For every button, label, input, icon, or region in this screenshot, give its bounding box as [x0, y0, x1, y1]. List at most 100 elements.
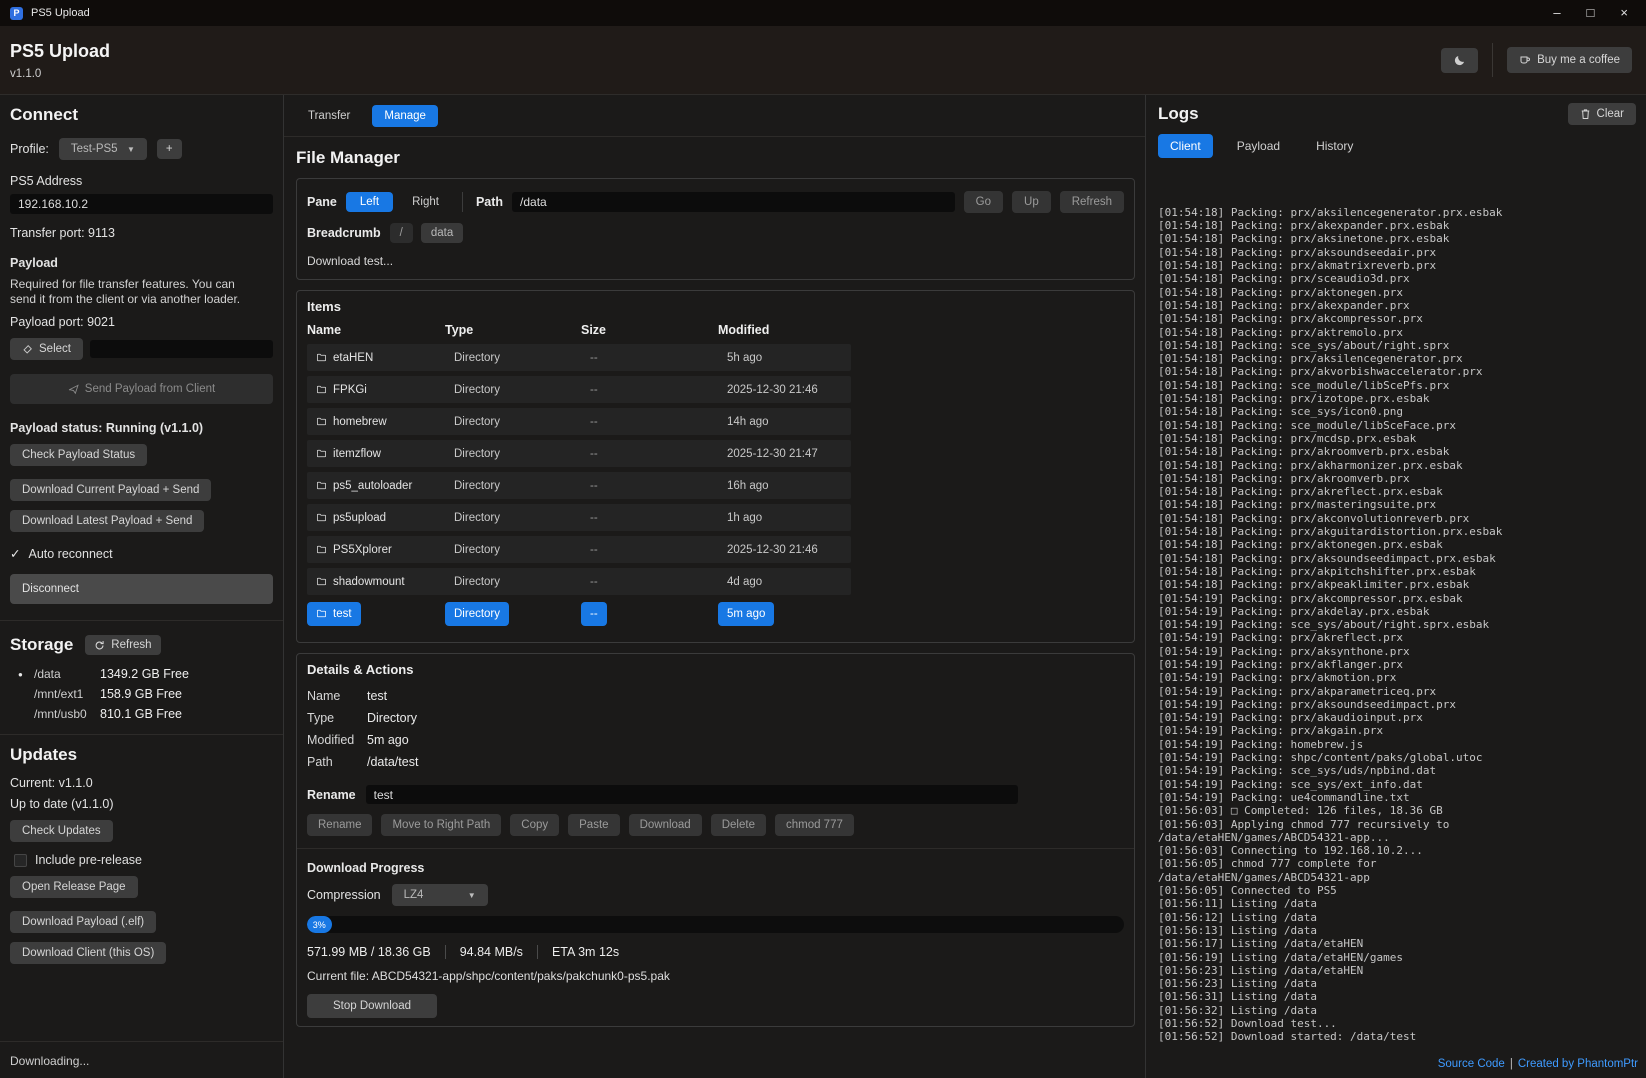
- storage-row[interactable]: ● /data 1349.2 GB Free: [10, 664, 273, 684]
- table-row[interactable]: homebrew Directory -- 14h ago: [307, 408, 851, 435]
- item-modified: 5m ago: [718, 602, 774, 626]
- log-line: [01:54:18] Packing: prx/akvorbishwaccele…: [1158, 365, 1640, 378]
- update-status-text: Up to date (v1.1.0): [10, 797, 273, 811]
- log-line: [01:54:19] Packing: prx/akgain.prx: [1158, 724, 1640, 737]
- table-row[interactable]: PS5Xplorer Directory -- 2025-12-30 21:46: [307, 536, 851, 563]
- item-modified: 5h ago: [718, 346, 771, 370]
- check-payload-status-button[interactable]: Check Payload Status: [10, 444, 147, 466]
- detail-value: /data/test: [367, 755, 1124, 769]
- ps5-address-input[interactable]: [10, 194, 273, 214]
- action-button[interactable]: Paste: [568, 814, 619, 836]
- table-row[interactable]: ps5upload Directory -- 1h ago: [307, 504, 851, 531]
- tab-history[interactable]: History: [1304, 134, 1365, 158]
- action-button[interactable]: chmod 777: [775, 814, 854, 836]
- tab-client[interactable]: Client: [1158, 134, 1213, 158]
- close-button[interactable]: ×: [1620, 0, 1628, 26]
- log-line: [01:54:18] Packing: prx/izotope.prx.esba…: [1158, 392, 1640, 405]
- chevron-down-icon: ▼: [127, 145, 135, 154]
- status-text: Downloading...: [10, 1048, 273, 1072]
- tab-transfer[interactable]: Transfer: [296, 105, 362, 127]
- pane-divider: [462, 192, 463, 212]
- minimize-button[interactable]: –: [1553, 0, 1560, 26]
- details-panel: Details & Actions Name test Type Directo…: [296, 653, 1135, 1027]
- table-row[interactable]: FPKGi Directory -- 2025-12-30 21:46: [307, 376, 851, 403]
- download-latest-payload-button[interactable]: Download Latest Payload + Send: [10, 510, 204, 532]
- pane-left-button[interactable]: Left: [346, 192, 393, 212]
- tab-manage[interactable]: Manage: [372, 105, 438, 127]
- download-client-button[interactable]: Download Client (this OS): [10, 942, 166, 964]
- download-current-payload-button[interactable]: Download Current Payload + Send: [10, 479, 211, 501]
- item-name: etaHEN: [333, 352, 373, 364]
- compression-dropdown[interactable]: LZ4 ▼: [392, 884, 488, 906]
- log-output[interactable]: [01:54:18] Packing: prx/aksilencegenerat…: [1158, 166, 1640, 1054]
- log-line: [01:54:18] Packing: prx/akexpander.prx: [1158, 299, 1640, 312]
- transfer-stats: 571.99 MB / 18.36 GB 94.84 MB/s ETA 3m 1…: [307, 945, 1124, 959]
- storage-row[interactable]: /mnt/usb0 810.1 GB Free: [10, 704, 273, 724]
- log-line: [01:54:18] Packing: prx/akexpander.prx.e…: [1158, 219, 1640, 232]
- auto-reconnect-label: Auto reconnect: [28, 547, 112, 561]
- refresh-button[interactable]: Refresh: [1060, 191, 1124, 213]
- item-name: ps5upload: [333, 512, 386, 524]
- detail-field: Path /data/test: [307, 751, 1124, 773]
- go-button[interactable]: Go: [964, 191, 1003, 213]
- storage-refresh-button[interactable]: Refresh: [85, 635, 160, 655]
- action-button[interactable]: Rename: [307, 814, 372, 836]
- log-line: [01:54:18] Packing: prx/akroomverb.prx: [1158, 472, 1640, 485]
- log-line: [01:56:19] Listing /data/etaHEN/games: [1158, 951, 1640, 964]
- breadcrumb-chip[interactable]: /: [390, 223, 413, 243]
- download-payload-elf-button[interactable]: Download Payload (.elf): [10, 911, 156, 933]
- table-row[interactable]: etaHEN Directory -- 5h ago: [307, 344, 851, 371]
- storage-row[interactable]: /mnt/ext1 158.9 GB Free: [10, 684, 273, 704]
- item-size: --: [581, 506, 607, 530]
- log-line: [01:54:18] Packing: prx/aktonegen.prx.es…: [1158, 538, 1640, 551]
- pane-right-button[interactable]: Right: [402, 192, 449, 212]
- app-icon: P: [10, 7, 23, 20]
- current-file-text: Current file: ABCD54321-app/shpc/content…: [307, 969, 1124, 983]
- send-payload-label: Send Payload from Client: [85, 383, 215, 395]
- file-actions: Rename Move to Right Path Copy Paste Downloa…: [307, 814, 1124, 836]
- moon-icon: [1453, 54, 1466, 67]
- check-updates-button[interactable]: Check Updates: [10, 820, 113, 842]
- item-size: --: [581, 474, 607, 498]
- address-label: PS5 Address: [10, 174, 273, 188]
- download-progress-bar: 3%: [307, 916, 1124, 933]
- disconnect-button[interactable]: Disconnect: [10, 574, 273, 604]
- profile-dropdown[interactable]: Test-PS5 ▼: [59, 138, 147, 160]
- clear-logs-button[interactable]: Clear: [1568, 103, 1636, 125]
- action-button[interactable]: Copy: [510, 814, 559, 836]
- table-row[interactable]: ps5_autoloader Directory -- 16h ago: [307, 472, 851, 499]
- auto-reconnect-checkbox[interactable]: ✓ Auto reconnect: [10, 546, 273, 561]
- add-profile-button[interactable]: +: [157, 139, 182, 159]
- action-button[interactable]: Delete: [711, 814, 766, 836]
- path-input[interactable]: [512, 192, 955, 212]
- table-row[interactable]: shadowmount Directory -- 4d ago: [307, 568, 851, 595]
- action-button[interactable]: Move to Right Path: [381, 814, 501, 836]
- open-release-page-button[interactable]: Open Release Page: [10, 876, 138, 898]
- table-row[interactable]: itemzflow Directory -- 2025-12-30 21:47: [307, 440, 851, 467]
- select-payload-button[interactable]: Select: [10, 338, 83, 360]
- log-line: [01:54:19] Packing: prx/akcompressor.prx…: [1158, 592, 1640, 605]
- send-payload-button[interactable]: Send Payload from Client: [10, 374, 273, 404]
- rename-input[interactable]: [366, 785, 1018, 804]
- source-code-link[interactable]: Source Code: [1438, 1058, 1505, 1070]
- breadcrumb-chip[interactable]: data: [421, 223, 463, 243]
- stop-download-button[interactable]: Stop Download: [307, 994, 437, 1018]
- item-type: Directory: [445, 410, 509, 434]
- up-button[interactable]: Up: [1012, 191, 1051, 213]
- theme-toggle-button[interactable]: [1441, 48, 1478, 73]
- column-header: Type: [445, 323, 581, 337]
- maximize-button[interactable]: □: [1587, 0, 1595, 26]
- log-line: [01:54:18] Packing: sce_sys/about/right.…: [1158, 339, 1640, 352]
- payload-file-input[interactable]: [90, 340, 273, 358]
- window-title: PS5 Upload: [31, 7, 90, 19]
- item-type: Directory: [445, 602, 509, 626]
- tab-payload[interactable]: Payload: [1225, 134, 1292, 158]
- log-line: [01:54:18] Packing: prx/aksoundseedair.p…: [1158, 246, 1640, 259]
- items-title: Items: [307, 299, 1124, 314]
- log-line: [01:54:18] Packing: prx/akpitchshifter.p…: [1158, 565, 1640, 578]
- log-line: [01:56:05] chmod 777 complete for: [1158, 857, 1640, 870]
- prerelease-checkbox[interactable]: Include pre-release: [14, 853, 273, 867]
- table-row[interactable]: test Directory -- 5m ago: [307, 600, 851, 627]
- buy-coffee-button[interactable]: Buy me a coffee: [1507, 47, 1632, 73]
- action-button[interactable]: Download: [629, 814, 702, 836]
